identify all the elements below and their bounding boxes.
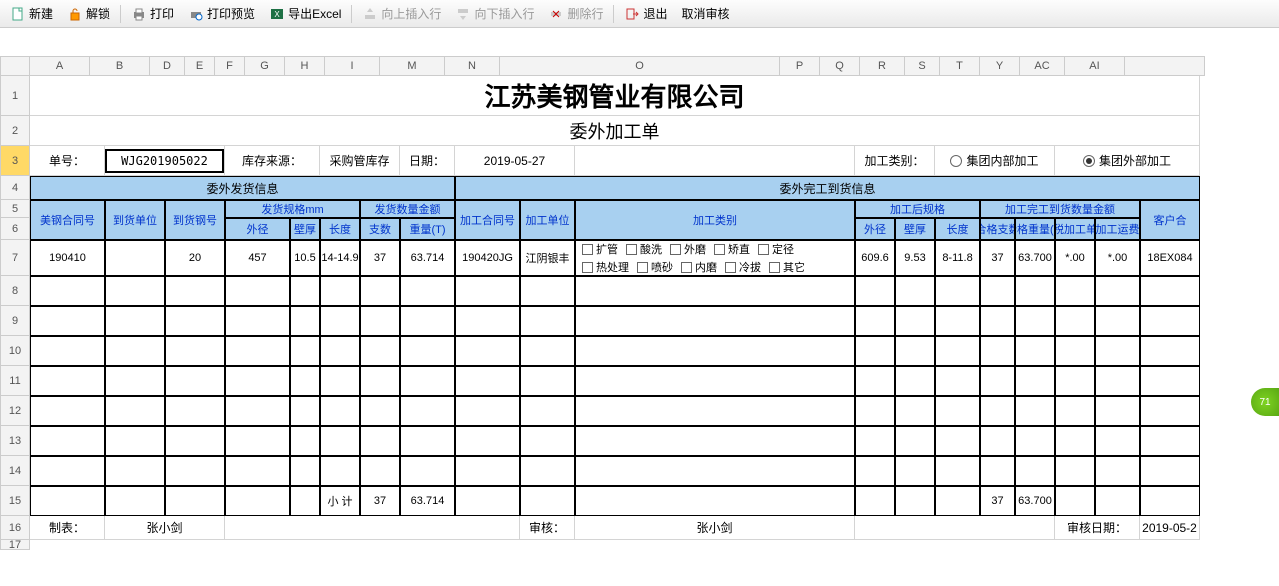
- column-headers: ABDEFGHIMNOPQRSTYACAI: [30, 56, 1205, 76]
- radio-external[interactable]: 集团外部加工: [1083, 152, 1171, 169]
- print-preview-button[interactable]: 打印预览: [182, 3, 261, 24]
- row-header-17[interactable]: 17: [0, 540, 30, 550]
- checkbox-喷砂[interactable]: 喷砂: [637, 259, 673, 275]
- row-header-16[interactable]: 16: [0, 516, 30, 540]
- separator: [120, 5, 121, 23]
- delete-row-button[interactable]: 删除行: [542, 3, 609, 24]
- unlock-button[interactable]: 解锁: [61, 3, 116, 24]
- checkbox-酸洗[interactable]: 酸洗: [626, 241, 662, 257]
- row-headers: 1234567891011121314151617: [0, 76, 30, 550]
- col-header-B[interactable]: B: [90, 56, 150, 76]
- radio-internal[interactable]: 集团内部加工: [950, 152, 1038, 169]
- checkbox-热处理[interactable]: 热处理: [582, 259, 629, 275]
- insert-up-button[interactable]: 向上插入行: [356, 3, 447, 24]
- insert-up-label: 向上插入行: [381, 5, 441, 22]
- col-header-O[interactable]: O: [500, 56, 780, 76]
- col-header-E[interactable]: E: [185, 56, 215, 76]
- select-all-corner[interactable]: [0, 56, 30, 76]
- doc-subtitle: 委外加工单: [570, 118, 660, 144]
- row-header-3[interactable]: 3: [0, 146, 30, 176]
- insert-down-label: 向下插入行: [474, 5, 534, 22]
- col-header-F[interactable]: F: [215, 56, 245, 76]
- checkbox-外磨[interactable]: 外磨: [670, 241, 706, 257]
- col-header-AC[interactable]: AC: [1020, 56, 1065, 76]
- cancel-audit-button[interactable]: 取消审核: [675, 3, 735, 24]
- unlock-label: 解锁: [86, 5, 110, 22]
- new-label: 新建: [29, 5, 53, 22]
- toolbar: 新建 解锁 打印 打印预览 X 导出Excel 向上插入行 向下插入行 删除行 退…: [0, 0, 1279, 28]
- row-header-2[interactable]: 2: [0, 116, 30, 146]
- separator: [351, 5, 352, 23]
- col-header-I[interactable]: I: [325, 56, 380, 76]
- row-header-9[interactable]: 9: [0, 306, 30, 336]
- col-header-H[interactable]: H: [285, 56, 325, 76]
- separator: [613, 5, 614, 23]
- row-header-6[interactable]: 6: [0, 218, 30, 240]
- col-header-A[interactable]: A: [30, 56, 90, 76]
- export-excel-button[interactable]: X 导出Excel: [263, 3, 347, 24]
- row-header-13[interactable]: 13: [0, 426, 30, 456]
- row-header-10[interactable]: 10: [0, 336, 30, 366]
- row-header-4[interactable]: 4: [0, 176, 30, 200]
- col-header-T[interactable]: T: [940, 56, 980, 76]
- new-button[interactable]: 新建: [4, 3, 59, 24]
- col-header-R[interactable]: R: [860, 56, 905, 76]
- row-header-8[interactable]: 8: [0, 276, 30, 306]
- cancel-audit-label: 取消审核: [681, 5, 729, 22]
- col-header-Q[interactable]: Q: [820, 56, 860, 76]
- exit-button[interactable]: 退出: [618, 3, 673, 24]
- svg-text:X: X: [274, 10, 280, 19]
- checkbox-扩管[interactable]: 扩管: [582, 241, 618, 257]
- col-header-S[interactable]: S: [905, 56, 940, 76]
- print-preview-label: 打印预览: [207, 5, 255, 22]
- row-header-7[interactable]: 7: [0, 240, 30, 276]
- checkbox-矫直[interactable]: 矫直: [714, 241, 750, 257]
- col-header-P[interactable]: P: [780, 56, 820, 76]
- grid-area: 江苏美钢管业有限公司委外加工单单号：WJG201905022库存来源：采购管库存…: [30, 76, 1200, 550]
- checkbox-冷拔[interactable]: 冷拔: [725, 259, 761, 275]
- row-header-15[interactable]: 15: [0, 486, 30, 516]
- checkbox-内磨[interactable]: 内磨: [681, 259, 717, 275]
- row-header-11[interactable]: 11: [0, 366, 30, 396]
- col-header-M[interactable]: M: [380, 56, 445, 76]
- col-header-G[interactable]: G: [245, 56, 285, 76]
- col-header-Y[interactable]: Y: [980, 56, 1020, 76]
- row-header-14[interactable]: 14: [0, 456, 30, 486]
- row-header-5[interactable]: 5: [0, 200, 30, 218]
- col-header-N[interactable]: N: [445, 56, 500, 76]
- company-title: 江苏美钢管业有限公司: [484, 77, 744, 114]
- row-header-1[interactable]: 1: [0, 76, 30, 116]
- checkbox-定径[interactable]: 定径: [758, 241, 794, 257]
- print-label: 打印: [150, 5, 174, 22]
- row-header-12[interactable]: 12: [0, 396, 30, 426]
- exit-label: 退出: [643, 5, 667, 22]
- print-button[interactable]: 打印: [125, 3, 180, 24]
- insert-down-button[interactable]: 向下插入行: [449, 3, 540, 24]
- export-excel-label: 导出Excel: [288, 5, 341, 22]
- col-header-D[interactable]: D: [150, 56, 185, 76]
- col-header-AI[interactable]: AI: [1065, 56, 1125, 76]
- checkbox-其它[interactable]: 其它: [769, 259, 805, 275]
- notification-badge[interactable]: 71: [1251, 388, 1279, 416]
- order-no-input[interactable]: WJG201905022: [105, 149, 224, 173]
- delete-row-label: 删除行: [567, 5, 603, 22]
